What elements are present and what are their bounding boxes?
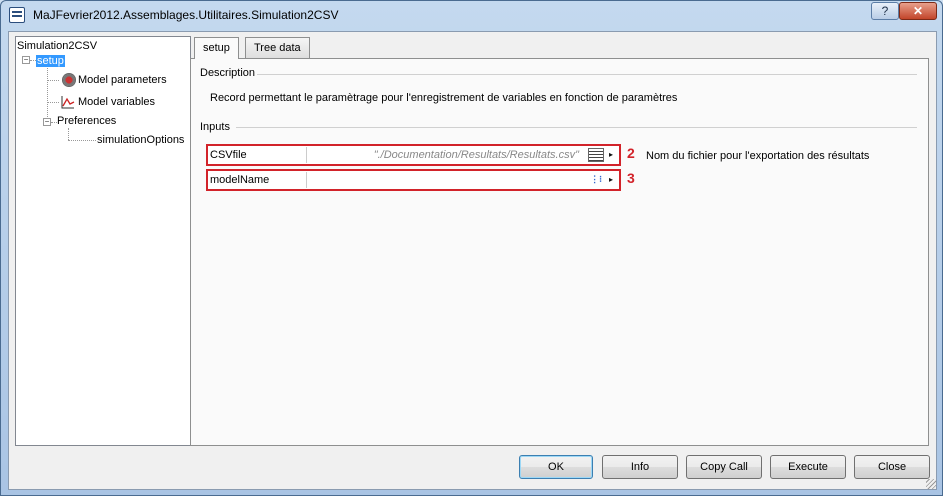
close-button[interactable]: Close: [854, 455, 930, 479]
description-section-label: Description: [200, 67, 256, 79]
tree-connector: [47, 80, 59, 81]
inputs-divider: [236, 127, 917, 128]
tree-item-simulation-options[interactable]: simulationOptions: [97, 133, 184, 147]
inputs-section-label: Inputs: [200, 121, 230, 133]
modelname-label: modelName: [210, 174, 270, 186]
csvfile-menu-arrow-icon[interactable]: ▸: [606, 148, 616, 162]
modelname-input[interactable]: [306, 172, 582, 188]
description-text: Record permettant le paramètrage pour l'…: [210, 92, 678, 104]
tree-connector: [68, 140, 96, 141]
dialog-window: MaJFevrier2012.Assemblages.Utilitaires.S…: [0, 0, 943, 496]
tree-item-model-parameters[interactable]: Model parameters: [78, 73, 167, 87]
info-button[interactable]: Info: [602, 455, 678, 479]
collapse-preferences-icon[interactable]: −: [43, 118, 51, 126]
tree-connector: [47, 102, 59, 103]
setup-panel: Description Record permettant le paramèt…: [190, 58, 929, 446]
tree-item-setup[interactable]: setup: [36, 54, 65, 68]
annotation-marker-3: 3: [627, 170, 635, 186]
help-button[interactable]: ?: [871, 2, 899, 20]
tree-root[interactable]: Simulation2CSV: [17, 39, 97, 53]
modelname-param-row: modelName ⋮⁝ ▸: [206, 169, 621, 191]
annotation-marker-2: 2: [627, 145, 635, 161]
resize-grip[interactable]: [926, 479, 936, 489]
link-icon[interactable]: ⋮⁝: [588, 173, 604, 187]
csvfile-label: CSVfile: [210, 149, 247, 161]
tree-connector: [47, 68, 48, 123]
csvfile-param-row: CSVfile "./Documentation/Resultats/Resul…: [206, 144, 621, 166]
tree-connector: [68, 128, 69, 140]
collapse-setup-icon[interactable]: −: [22, 56, 30, 64]
copy-call-button[interactable]: Copy Call: [686, 455, 762, 479]
tab-tree-data[interactable]: Tree data: [245, 37, 310, 58]
parameter-tree[interactable]: Simulation2CSV − setup Model parameters …: [15, 36, 191, 446]
csvfile-comment: Nom du fichier pour l'exportation des ré…: [646, 150, 870, 162]
window-close-button[interactable]: ✕: [899, 2, 937, 20]
window-title: MaJFevrier2012.Assemblages.Utilitaires.S…: [33, 8, 339, 22]
tree-item-model-variables[interactable]: Model variables: [78, 95, 155, 109]
app-icon: [9, 7, 25, 23]
modelname-menu-arrow-icon[interactable]: ▸: [606, 173, 616, 187]
gauge-icon: [62, 73, 76, 87]
description-divider: [257, 74, 917, 75]
tab-setup[interactable]: setup: [194, 37, 239, 59]
line-chart-icon: [61, 96, 75, 109]
execute-button[interactable]: Execute: [770, 455, 846, 479]
file-list-icon[interactable]: [588, 148, 604, 162]
ok-button[interactable]: OK: [519, 455, 593, 479]
csvfile-input[interactable]: "./Documentation/Resultats/Resultats.csv…: [306, 147, 582, 163]
title-bar[interactable]: MaJFevrier2012.Assemblages.Utilitaires.S…: [1, 1, 942, 29]
tree-item-preferences[interactable]: Preferences: [57, 114, 116, 128]
